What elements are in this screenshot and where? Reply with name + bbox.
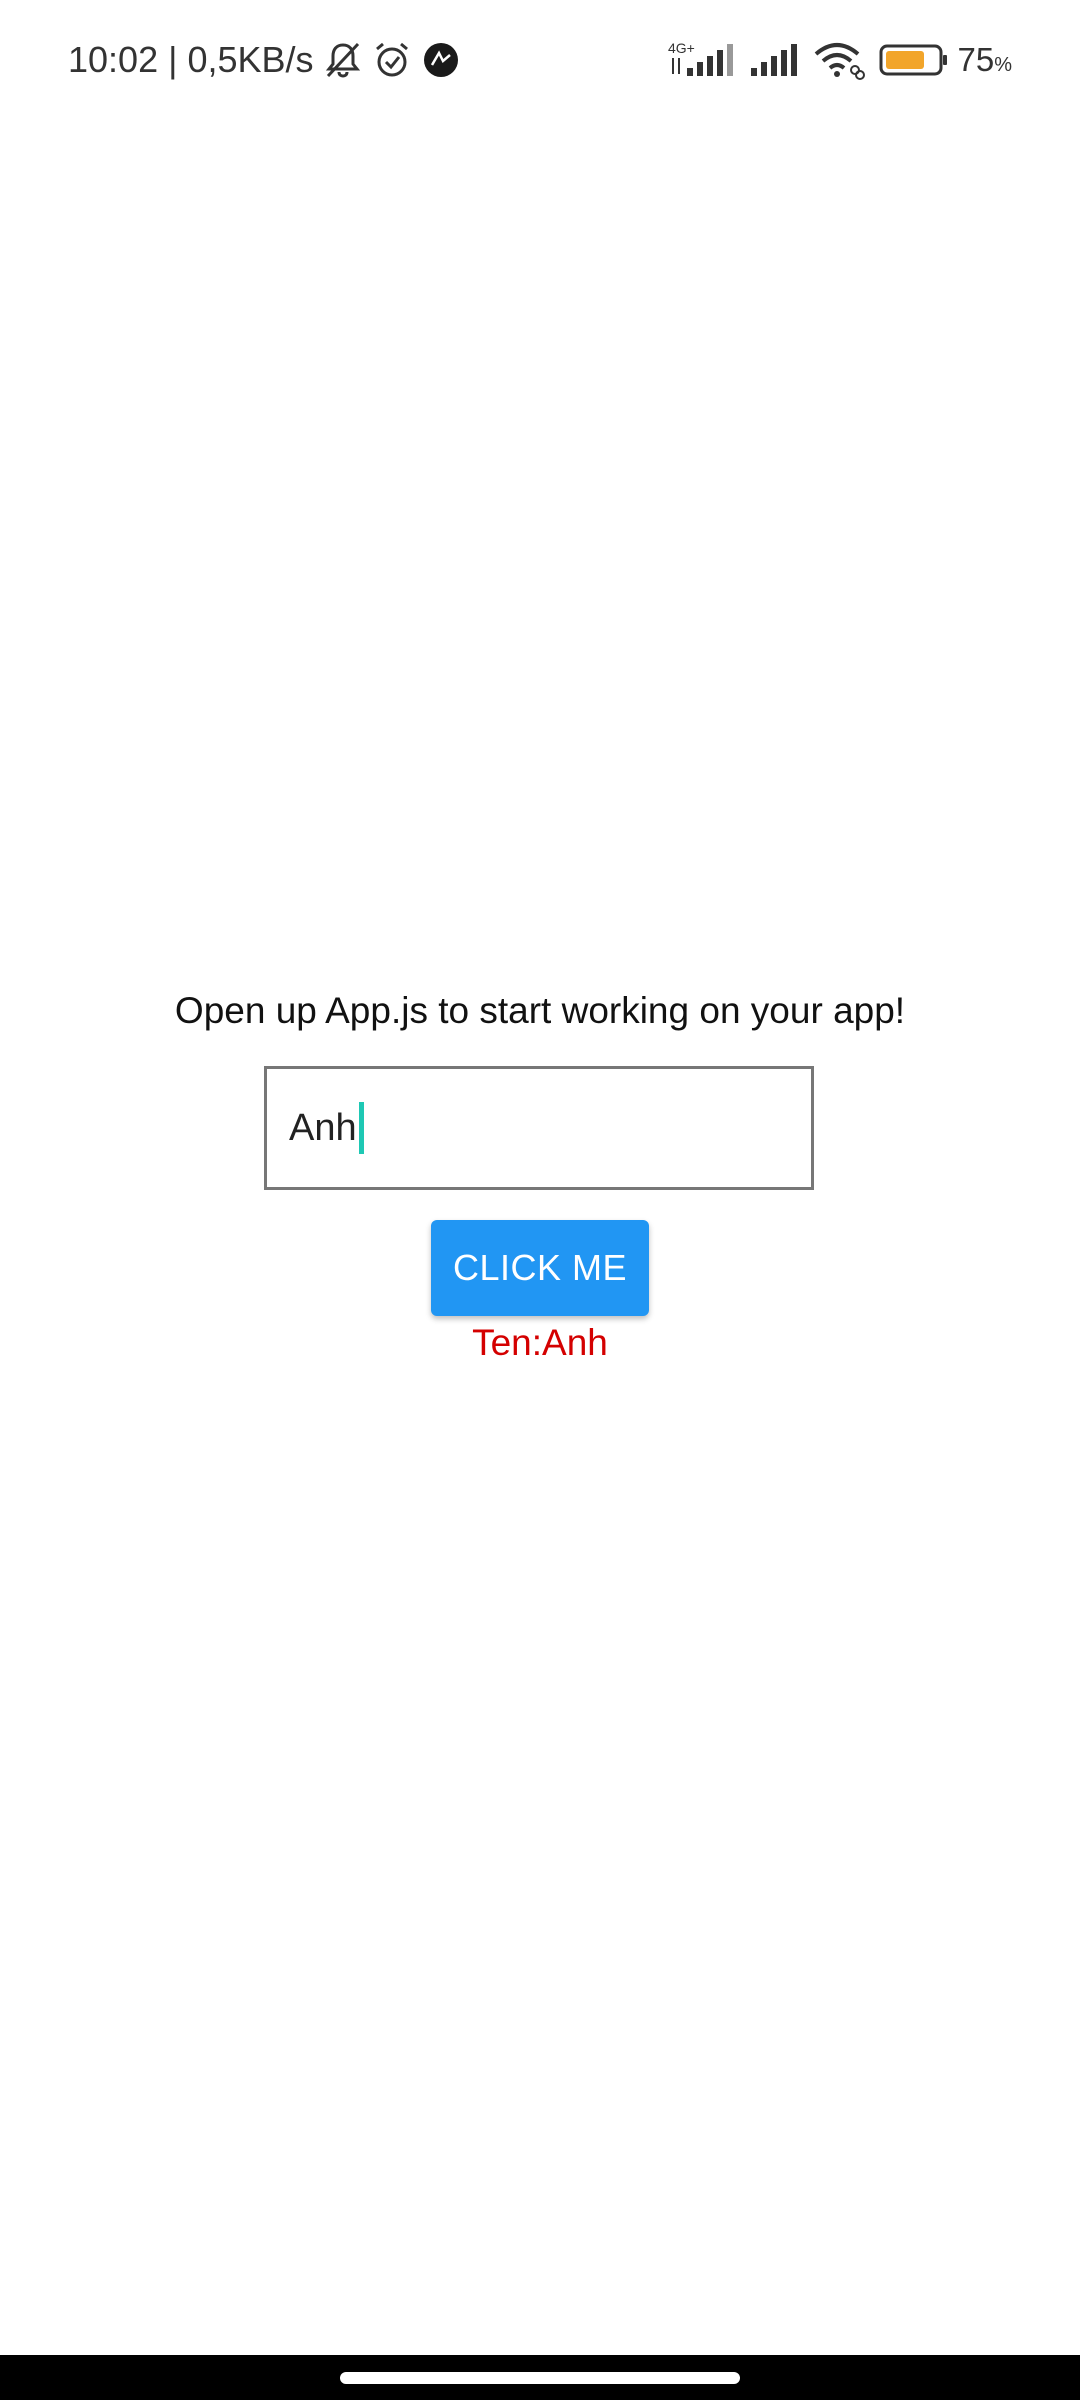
name-input-value: Anh xyxy=(289,1106,357,1149)
navigation-bar xyxy=(0,2355,1080,2400)
text-cursor xyxy=(358,1102,364,1154)
status-right: 4G+ 75% xyxy=(653,38,1012,82)
wifi-icon xyxy=(813,40,866,80)
signal-icon xyxy=(749,40,799,80)
status-bar: 10:02 | 0,5KB/s 4G+ 75% xyxy=(0,0,1080,120)
click-me-button[interactable]: CLICK ME xyxy=(431,1220,649,1316)
bell-off-icon xyxy=(324,40,362,80)
name-input[interactable]: Anh xyxy=(264,1066,814,1190)
hint-text: Open up App.js to start working on your … xyxy=(174,990,906,1031)
network-type-label: 4G+ xyxy=(668,40,695,56)
result-text: Ten:Anh xyxy=(472,1322,608,1363)
status-left: 10:02 | 0,5KB/s xyxy=(68,38,460,82)
battery-percent-value: 75 xyxy=(957,41,995,78)
alarm-icon xyxy=(372,40,412,80)
battery-percentage: 75% xyxy=(957,41,1012,79)
signal-4g-icon: 4G+ xyxy=(667,40,735,80)
app-screen: 10:02 | 0,5KB/s 4G+ 75% Open up App.js t… xyxy=(0,0,1080,2400)
time-and-speed: 10:02 | 0,5KB/s xyxy=(68,39,314,80)
battery-level-fill xyxy=(886,51,925,69)
app-notification-icon xyxy=(422,41,460,79)
home-indicator[interactable] xyxy=(340,2372,740,2384)
battery-icon xyxy=(879,42,949,78)
battery-percent-unit: % xyxy=(994,54,1012,76)
